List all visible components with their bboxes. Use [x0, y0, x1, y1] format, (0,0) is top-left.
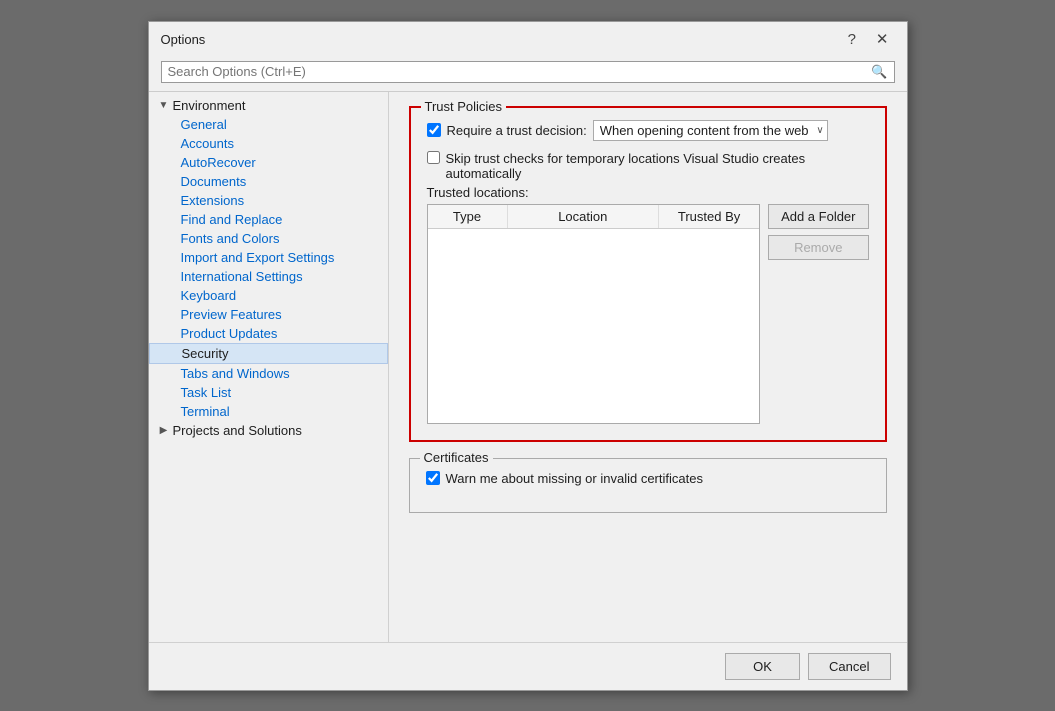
require-trust-row: Require a trust decision: When opening c… — [427, 120, 869, 141]
require-trust-checkbox[interactable] — [427, 123, 441, 137]
sidebar-section-environment[interactable]: ▼ Environment — [149, 96, 388, 115]
cancel-button[interactable]: Cancel — [808, 653, 890, 680]
certificates-section-label: Certificates — [420, 450, 493, 465]
right-panel: Trust Policies Require a trust decision:… — [389, 92, 907, 642]
options-dialog: Options ? ✕ 🔍 ▼ Environment General Acco… — [148, 21, 908, 691]
sidebar-item-tabs-windows[interactable]: Tabs and Windows — [149, 364, 388, 383]
sidebar-environment-label: Environment — [173, 98, 246, 113]
warn-certs-label: Warn me about missing or invalid certifi… — [446, 471, 703, 486]
table-header-trusted-by: Trusted By — [659, 205, 759, 228]
table-header-type: Type — [428, 205, 508, 228]
sidebar-item-import-export[interactable]: Import and Export Settings — [149, 248, 388, 267]
title-bar: Options ? ✕ — [149, 22, 907, 55]
sidebar-item-find-replace-label: Find and Replace — [157, 212, 283, 227]
help-button[interactable]: ? — [842, 30, 862, 49]
require-trust-label: Require a trust decision: — [447, 123, 587, 138]
sidebar-item-fonts-colors-label: Fonts and Colors — [157, 231, 280, 246]
bottom-bar: OK Cancel — [149, 642, 907, 690]
main-content: ▼ Environment General Accounts AutoRecov… — [149, 92, 907, 642]
sidebar-item-extensions-label: Extensions — [157, 193, 245, 208]
expand-icon-environment: ▼ — [157, 98, 171, 112]
certificates-section: Certificates Warn me about missing or in… — [409, 458, 887, 513]
sidebar-item-preview-label: Preview Features — [157, 307, 282, 322]
expand-icon-projects: ▶ — [157, 423, 171, 437]
search-input-wrap: 🔍 — [161, 61, 895, 83]
ok-button[interactable]: OK — [725, 653, 800, 680]
sidebar-item-international-label: International Settings — [157, 269, 303, 284]
sidebar-item-terminal[interactable]: Terminal — [149, 402, 388, 421]
sidebar-item-security-label: Security — [158, 346, 229, 361]
sidebar-item-accounts-label: Accounts — [157, 136, 234, 151]
sidebar-item-security[interactable]: Security — [149, 343, 388, 364]
sidebar-item-keyboard-label: Keyboard — [157, 288, 237, 303]
sidebar-projects-label: Projects and Solutions — [173, 423, 302, 438]
trusted-locations-label: Trusted locations: — [427, 185, 869, 200]
sidebar-item-accounts[interactable]: Accounts — [149, 134, 388, 153]
search-icon: 🔍 — [871, 64, 887, 80]
warn-certs-row: Warn me about missing or invalid certifi… — [426, 471, 870, 486]
sidebar-item-terminal-label: Terminal — [157, 404, 230, 419]
sidebar-item-documents-label: Documents — [157, 174, 247, 189]
sidebar-item-international[interactable]: International Settings — [149, 267, 388, 286]
sidebar-item-keyboard[interactable]: Keyboard — [149, 286, 388, 305]
table-body — [428, 229, 760, 409]
sidebar-item-extensions[interactable]: Extensions — [149, 191, 388, 210]
sidebar-item-autorecover-label: AutoRecover — [157, 155, 256, 170]
table-header-location: Location — [508, 205, 660, 228]
sidebar-item-product-updates-label: Product Updates — [157, 326, 278, 341]
table-header: Type Location Trusted By — [428, 205, 760, 229]
sidebar-item-product-updates[interactable]: Product Updates — [149, 324, 388, 343]
sidebar-item-documents[interactable]: Documents — [149, 172, 388, 191]
sidebar-item-task-list[interactable]: Task List — [149, 383, 388, 402]
search-input[interactable] — [168, 64, 872, 79]
remove-button[interactable]: Remove — [768, 235, 868, 260]
trust-policies-section: Trust Policies Require a trust decision:… — [409, 106, 887, 442]
skip-trust-checkbox[interactable] — [427, 151, 440, 164]
sidebar-item-fonts-colors[interactable]: Fonts and Colors — [149, 229, 388, 248]
skip-trust-row: Skip trust checks for temporary location… — [427, 151, 869, 181]
add-folder-button[interactable]: Add a Folder — [768, 204, 868, 229]
trust-policies-label: Trust Policies — [421, 99, 507, 114]
title-bar-buttons: ? ✕ — [842, 30, 895, 49]
sidebar-section-projects[interactable]: ▶ Projects and Solutions — [149, 421, 388, 440]
skip-trust-label: Skip trust checks for temporary location… — [446, 151, 869, 181]
trust-dropdown-wrap: When opening content from the web Always… — [593, 120, 828, 141]
trusted-table: Type Location Trusted By — [427, 204, 761, 424]
sidebar: ▼ Environment General Accounts AutoRecov… — [149, 92, 389, 642]
table-actions: Add a Folder Remove — [768, 204, 868, 424]
sidebar-item-general-label: General — [157, 117, 227, 132]
warn-certs-checkbox[interactable] — [426, 471, 440, 485]
sidebar-item-find-replace[interactable]: Find and Replace — [149, 210, 388, 229]
sidebar-item-task-list-label: Task List — [157, 385, 232, 400]
trusted-table-wrap: Type Location Trusted By Add a Folder Re… — [427, 204, 869, 424]
close-button[interactable]: ✕ — [870, 30, 895, 49]
sidebar-item-tabs-windows-label: Tabs and Windows — [157, 366, 290, 381]
sidebar-item-autorecover[interactable]: AutoRecover — [149, 153, 388, 172]
sidebar-item-preview[interactable]: Preview Features — [149, 305, 388, 324]
sidebar-item-import-export-label: Import and Export Settings — [157, 250, 335, 265]
trust-dropdown[interactable]: When opening content from the web Always… — [593, 120, 828, 141]
dialog-title: Options — [161, 32, 206, 47]
sidebar-item-general[interactable]: General — [149, 115, 388, 134]
search-bar: 🔍 — [149, 55, 907, 92]
